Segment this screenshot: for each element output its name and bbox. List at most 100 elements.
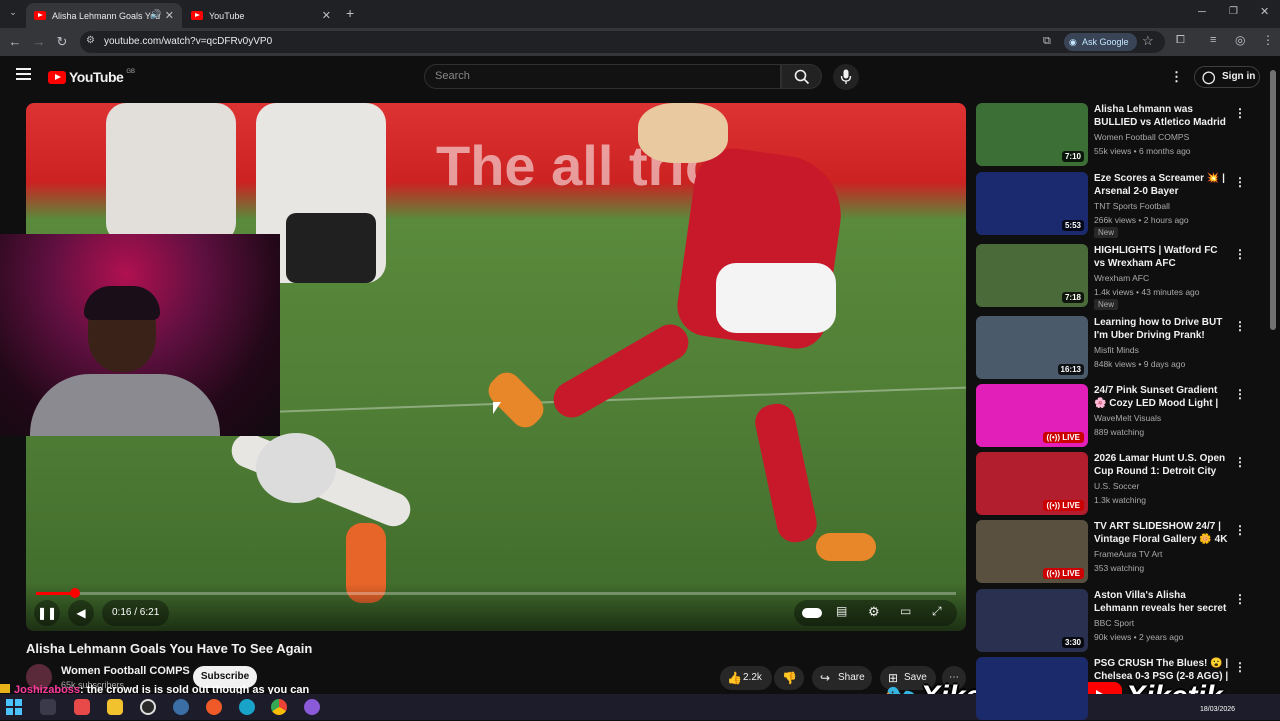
reload-icon[interactable]: ↻ bbox=[54, 34, 70, 50]
recommendation-title[interactable]: 2026 Lamar Hunt U.S. Open Cup Round 1: D… bbox=[1094, 452, 1230, 478]
recommendation-title[interactable]: Aston Villa's Alisha Lehmann reveals her… bbox=[1094, 589, 1230, 615]
recommendation-channel[interactable]: Wrexham AFC bbox=[1094, 273, 1149, 283]
close-tab-icon[interactable]: ✕ bbox=[322, 9, 331, 22]
tab-youtube[interactable]: YouTube ✕ bbox=[183, 3, 339, 28]
progress-scrubber[interactable] bbox=[69, 588, 80, 598]
recommendation-item[interactable]: 16:13 Learning how to Drive BUT I'm Uber … bbox=[976, 316, 1246, 380]
hamburger-menu-icon[interactable] bbox=[16, 68, 31, 80]
like-button[interactable]: 👍 2.2k bbox=[720, 666, 772, 690]
recommendation-title[interactable]: HIGHLIGHTS | Watford FC vs Wrexham AFC bbox=[1094, 244, 1230, 270]
recommendation-item[interactable]: 7:10 Alisha Lehmann was BULLIED vs Atleti… bbox=[976, 103, 1246, 167]
video-thumbnail[interactable]: 7:18 bbox=[976, 244, 1088, 307]
speaker-icon[interactable]: 🔊 bbox=[150, 9, 161, 20]
obs-icon[interactable] bbox=[140, 699, 156, 715]
recommendation-title[interactable]: 24/7 Pink Sunset Gradient 🌸 Cozy LED Moo… bbox=[1094, 384, 1230, 410]
app-icon[interactable] bbox=[304, 699, 320, 715]
more-options-icon[interactable]: ⋮ bbox=[1234, 387, 1246, 401]
recommendation-meta: 1.4k views • 43 minutes ago bbox=[1094, 287, 1200, 297]
page-scrollbar[interactable] bbox=[1270, 70, 1276, 330]
video-thumbnail[interactable]: ((•)) LIVE bbox=[976, 384, 1088, 447]
video-thumbnail[interactable]: 3:30 bbox=[976, 589, 1088, 652]
more-options-icon[interactable]: ⋮ bbox=[1234, 455, 1246, 469]
video-thumbnail[interactable] bbox=[976, 657, 1088, 720]
recommendation-item[interactable]: ((•)) LIVE 2026 Lamar Hunt U.S. Open Cup … bbox=[976, 452, 1246, 516]
more-options-icon[interactable]: ⋮ bbox=[1234, 175, 1246, 189]
recommendation-item[interactable]: 5:53 Eze Scores a Screamer 💥 | Arsenal 2-… bbox=[976, 172, 1246, 238]
more-options-icon[interactable]: ⋮ bbox=[1234, 247, 1246, 261]
autoplay-toggle-icon[interactable] bbox=[802, 608, 822, 618]
cast-icon[interactable]: ⧉ bbox=[1043, 35, 1051, 48]
video-thumbnail[interactable]: 7:10 bbox=[976, 103, 1088, 166]
recommendation-channel[interactable]: BBC Sport bbox=[1094, 618, 1134, 628]
site-info-icon[interactable]: ⚙ bbox=[86, 35, 95, 46]
recommendation-channel[interactable]: FrameAura TV Art bbox=[1094, 549, 1162, 559]
sign-in-button[interactable]: ◯ Sign in bbox=[1194, 66, 1260, 88]
progress-bar[interactable] bbox=[36, 592, 956, 595]
share-button[interactable]: ↪ Share bbox=[812, 666, 872, 690]
recommendation-title[interactable]: Eze Scores a Screamer 💥 | Arsenal 2-0 Ba… bbox=[1094, 172, 1230, 198]
close-tab-icon[interactable]: ✕ bbox=[165, 9, 174, 22]
recommendation-channel[interactable]: U.S. Soccer bbox=[1094, 481, 1139, 491]
recommendation-channel[interactable]: TNT Sports Football bbox=[1094, 201, 1170, 211]
more-options-icon[interactable]: ⋮ bbox=[1234, 592, 1246, 606]
more-options-icon[interactable]: ⋮ bbox=[1234, 106, 1246, 120]
recommendation-item[interactable]: ((•)) LIVE 24/7 Pink Sunset Gradient 🌸 Co… bbox=[976, 384, 1246, 448]
file-explorer-icon[interactable] bbox=[107, 699, 123, 715]
microphone-icon bbox=[840, 69, 852, 84]
video-thumbnail[interactable]: 5:53 bbox=[976, 172, 1088, 235]
video-thumbnail[interactable]: ((•)) LIVE bbox=[976, 520, 1088, 583]
recommendation-title[interactable]: TV ART SLIDESHOW 24/7 | Vintage Floral G… bbox=[1094, 520, 1230, 546]
recommendation-item[interactable]: PSG CRUSH The Blues! 😮 | Chelsea 0-3 PSG… bbox=[976, 657, 1246, 721]
close-window-icon[interactable]: ✕ bbox=[1260, 5, 1269, 18]
more-options-icon[interactable]: ⋮ bbox=[1234, 660, 1246, 674]
edge-icon[interactable] bbox=[239, 699, 255, 715]
brave-icon[interactable] bbox=[206, 699, 222, 715]
settings-menu-icon[interactable]: ⋮ bbox=[1170, 69, 1183, 85]
profile-icon[interactable]: ◎ bbox=[1235, 33, 1245, 47]
youtube-logo[interactable]: YouTube GB bbox=[48, 69, 135, 85]
search-input[interactable]: Search bbox=[424, 64, 781, 89]
windows-start-icon[interactable] bbox=[6, 699, 22, 715]
bookmark-star-icon[interactable]: ☆ bbox=[1142, 33, 1154, 49]
reading-list-icon[interactable]: ≡ bbox=[1210, 34, 1216, 46]
app-icon[interactable] bbox=[173, 699, 189, 715]
theater-mode-icon[interactable]: ▭ bbox=[900, 604, 911, 618]
minimize-icon[interactable]: ─ bbox=[1198, 6, 1206, 18]
voice-search-button[interactable] bbox=[833, 64, 859, 90]
tab-active[interactable]: Alisha Lehmann Goals You 🔊 ✕ bbox=[26, 3, 182, 28]
fullscreen-icon[interactable]: ⤢ bbox=[932, 604, 942, 619]
new-tab-button[interactable]: + bbox=[346, 5, 354, 21]
video-thumbnail[interactable]: 16:13 bbox=[976, 316, 1088, 379]
recommendation-channel[interactable]: WaveMelt Visuals bbox=[1094, 413, 1161, 423]
browser-menu-icon[interactable]: ⋮ bbox=[1262, 33, 1274, 47]
recommendation-title[interactable]: PSG CRUSH The Blues! 😮 | Chelsea 0-3 PSG… bbox=[1094, 657, 1230, 683]
more-options-icon[interactable]: ⋮ bbox=[1234, 319, 1246, 333]
recommendation-item[interactable]: ((•)) LIVE TV ART SLIDESHOW 24/7 | Vintag… bbox=[976, 520, 1246, 584]
extensions-icon[interactable]: ⧠ bbox=[1176, 34, 1185, 47]
dislike-button[interactable]: 👎 bbox=[774, 666, 804, 690]
recommendation-title[interactable]: Learning how to Drive BUT I'm Uber Drivi… bbox=[1094, 316, 1230, 342]
task-view-icon[interactable] bbox=[40, 699, 56, 715]
pause-button[interactable]: ❚❚ bbox=[34, 600, 60, 626]
ask-google-button[interactable]: ◉ Ask Google bbox=[1064, 33, 1137, 51]
url-text[interactable]: youtube.com/watch?v=qcDFRv0yVP0 bbox=[104, 36, 272, 47]
recommendation-channel[interactable]: Women Football COMPS bbox=[1094, 132, 1189, 142]
subtitles-icon[interactable]: ▤ bbox=[836, 604, 847, 618]
store-icon[interactable] bbox=[74, 699, 90, 715]
recommendation-item[interactable]: 3:30 Aston Villa's Alisha Lehmann reveals… bbox=[976, 589, 1246, 653]
more-options-icon[interactable]: ⋮ bbox=[1234, 523, 1246, 537]
settings-gear-icon[interactable]: ⚙ bbox=[868, 604, 880, 620]
recommendation-item[interactable]: 7:18 HIGHLIGHTS | Watford FC vs Wrexham A… bbox=[976, 244, 1246, 310]
search-button[interactable] bbox=[781, 64, 822, 89]
chrome-icon[interactable] bbox=[271, 699, 287, 715]
restore-icon[interactable]: ❐ bbox=[1229, 6, 1238, 17]
channel-name[interactable]: Women Football COMPS bbox=[61, 665, 190, 677]
tab-search-icon[interactable]: ⌄ bbox=[6, 7, 20, 21]
player-leg-right bbox=[751, 400, 821, 546]
video-thumbnail[interactable]: ((•)) LIVE bbox=[976, 452, 1088, 515]
volume-button[interactable]: ◀ bbox=[68, 600, 94, 626]
back-icon[interactable]: ← bbox=[7, 34, 23, 50]
recommendation-channel[interactable]: Misfit Minds bbox=[1094, 345, 1139, 355]
recommendation-title[interactable]: Alisha Lehmann was BULLIED vs Atletico M… bbox=[1094, 103, 1230, 129]
forward-icon[interactable]: → bbox=[31, 34, 47, 50]
